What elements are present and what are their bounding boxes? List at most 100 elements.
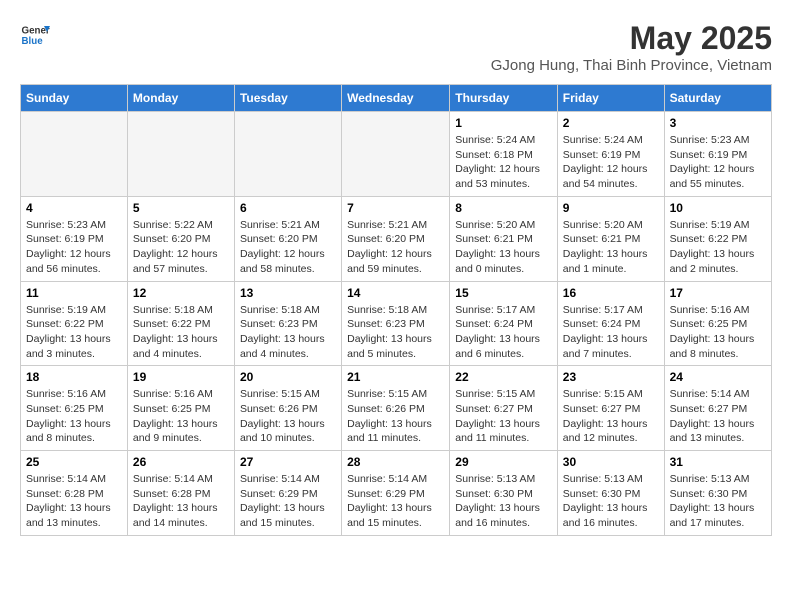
day-number: 19 <box>133 370 229 384</box>
calendar-week-row: 4 Sunrise: 5:23 AMSunset: 6:19 PMDaylight… <box>21 196 772 281</box>
calendar-cell: 30 Sunrise: 5:13 AMSunset: 6:30 PMDayligh… <box>557 451 664 536</box>
calendar-header-row: SundayMondayTuesdayWednesdayThursdayFrid… <box>21 85 772 112</box>
calendar-cell: 28 Sunrise: 5:14 AMSunset: 6:29 PMDayligh… <box>342 451 450 536</box>
calendar-cell: 6 Sunrise: 5:21 AMSunset: 6:20 PMDaylight… <box>234 196 341 281</box>
day-info: Sunrise: 5:17 AMSunset: 6:24 PMDaylight:… <box>455 303 552 362</box>
day-number: 1 <box>455 116 552 130</box>
day-number: 3 <box>670 116 766 130</box>
day-number: 23 <box>563 370 659 384</box>
calendar-week-row: 1Sunrise: 5:24 AMSunset: 6:18 PMDaylight… <box>21 112 772 197</box>
day-number: 28 <box>347 455 444 469</box>
day-number: 7 <box>347 201 444 215</box>
day-info: Sunrise: 5:14 AMSunset: 6:29 PMDaylight:… <box>347 472 444 531</box>
day-number: 12 <box>133 286 229 300</box>
day-info: Sunrise: 5:14 AMSunset: 6:28 PMDaylight:… <box>133 472 229 531</box>
calendar-cell: 11 Sunrise: 5:19 AMSunset: 6:22 PMDayligh… <box>21 281 128 366</box>
day-info: Sunrise: 5:16 AMSunset: 6:25 PMDaylight:… <box>670 303 766 362</box>
day-number: 29 <box>455 455 552 469</box>
location-title: GJong Hung, Thai Binh Province, Vietnam <box>491 57 772 74</box>
day-info: Sunrise: 5:17 AMSunset: 6:24 PMDaylight:… <box>563 303 659 362</box>
day-info: Sunrise: 5:15 AMSunset: 6:26 PMDaylight:… <box>347 387 444 446</box>
day-info: Sunrise: 5:15 AMSunset: 6:27 PMDaylight:… <box>455 387 552 446</box>
calendar-week-row: 25 Sunrise: 5:14 AMSunset: 6:28 PMDayligh… <box>21 451 772 536</box>
logo: General Blue <box>20 20 54 50</box>
day-number: 26 <box>133 455 229 469</box>
calendar-cell: 19Sunrise: 5:16 AMSunset: 6:25 PMDayligh… <box>127 366 234 451</box>
calendar-week-row: 11 Sunrise: 5:19 AMSunset: 6:22 PMDayligh… <box>21 281 772 366</box>
day-info: Sunrise: 5:13 AMSunset: 6:30 PMDaylight:… <box>563 472 659 531</box>
calendar-cell <box>234 112 341 197</box>
day-info: Sunrise: 5:20 AMSunset: 6:21 PMDaylight:… <box>563 218 659 277</box>
column-header-saturday: Saturday <box>664 85 771 112</box>
calendar-cell: 25 Sunrise: 5:14 AMSunset: 6:28 PMDayligh… <box>21 451 128 536</box>
day-info: Sunrise: 5:23 AMSunset: 6:19 PMDaylight:… <box>26 218 122 277</box>
calendar-cell: 16 Sunrise: 5:17 AMSunset: 6:24 PMDayligh… <box>557 281 664 366</box>
day-number: 2 <box>563 116 659 130</box>
day-info: Sunrise: 5:13 AMSunset: 6:30 PMDaylight:… <box>455 472 552 531</box>
day-number: 30 <box>563 455 659 469</box>
calendar-cell: 21 Sunrise: 5:15 AMSunset: 6:26 PMDayligh… <box>342 366 450 451</box>
column-header-thursday: Thursday <box>450 85 558 112</box>
calendar-cell: 5Sunrise: 5:22 AMSunset: 6:20 PMDaylight… <box>127 196 234 281</box>
calendar-cell: 24Sunrise: 5:14 AMSunset: 6:27 PMDayligh… <box>664 366 771 451</box>
calendar-cell: 7 Sunrise: 5:21 AMSunset: 6:20 PMDaylight… <box>342 196 450 281</box>
day-info: Sunrise: 5:18 AMSunset: 6:22 PMDaylight:… <box>133 303 229 362</box>
day-info: Sunrise: 5:19 AMSunset: 6:22 PMDaylight:… <box>670 218 766 277</box>
calendar-cell: 18 Sunrise: 5:16 AMSunset: 6:25 PMDayligh… <box>21 366 128 451</box>
day-info: Sunrise: 5:16 AMSunset: 6:25 PMDaylight:… <box>26 387 122 446</box>
calendar-cell: 29 Sunrise: 5:13 AMSunset: 6:30 PMDayligh… <box>450 451 558 536</box>
day-info: Sunrise: 5:20 AMSunset: 6:21 PMDaylight:… <box>455 218 552 277</box>
calendar-cell: 2 Sunrise: 5:24 AMSunset: 6:19 PMDaylight… <box>557 112 664 197</box>
day-info: Sunrise: 5:14 AMSunset: 6:28 PMDaylight:… <box>26 472 122 531</box>
page-header: General Blue May 2025 GJong Hung, Thai B… <box>20 20 772 74</box>
calendar-cell: 17 Sunrise: 5:16 AMSunset: 6:25 PMDayligh… <box>664 281 771 366</box>
column-header-wednesday: Wednesday <box>342 85 450 112</box>
day-number: 6 <box>240 201 336 215</box>
day-number: 4 <box>26 201 122 215</box>
calendar-cell: 4 Sunrise: 5:23 AMSunset: 6:19 PMDaylight… <box>21 196 128 281</box>
day-number: 11 <box>26 286 122 300</box>
calendar-cell <box>342 112 450 197</box>
day-info: Sunrise: 5:24 AMSunset: 6:19 PMDaylight:… <box>563 133 659 192</box>
calendar-cell: 26 Sunrise: 5:14 AMSunset: 6:28 PMDayligh… <box>127 451 234 536</box>
column-header-friday: Friday <box>557 85 664 112</box>
calendar-cell: 27 Sunrise: 5:14 AMSunset: 6:29 PMDayligh… <box>234 451 341 536</box>
logo-icon: General Blue <box>20 20 50 50</box>
day-number: 16 <box>563 286 659 300</box>
day-number: 31 <box>670 455 766 469</box>
day-number: 22 <box>455 370 552 384</box>
calendar-week-row: 18 Sunrise: 5:16 AMSunset: 6:25 PMDayligh… <box>21 366 772 451</box>
day-number: 17 <box>670 286 766 300</box>
day-info: Sunrise: 5:19 AMSunset: 6:22 PMDaylight:… <box>26 303 122 362</box>
day-info: Sunrise: 5:15 AMSunset: 6:27 PMDaylight:… <box>563 387 659 446</box>
day-number: 10 <box>670 201 766 215</box>
day-info: Sunrise: 5:23 AMSunset: 6:19 PMDaylight:… <box>670 133 766 192</box>
day-number: 18 <box>26 370 122 384</box>
day-info: Sunrise: 5:18 AMSunset: 6:23 PMDaylight:… <box>347 303 444 362</box>
day-info: Sunrise: 5:21 AMSunset: 6:20 PMDaylight:… <box>240 218 336 277</box>
day-info: Sunrise: 5:14 AMSunset: 6:29 PMDaylight:… <box>240 472 336 531</box>
calendar-cell <box>127 112 234 197</box>
calendar-cell: 20 Sunrise: 5:15 AMSunset: 6:26 PMDayligh… <box>234 366 341 451</box>
day-number: 21 <box>347 370 444 384</box>
day-info: Sunrise: 5:15 AMSunset: 6:26 PMDaylight:… <box>240 387 336 446</box>
day-number: 20 <box>240 370 336 384</box>
calendar-cell: 8Sunrise: 5:20 AMSunset: 6:21 PMDaylight… <box>450 196 558 281</box>
day-number: 27 <box>240 455 336 469</box>
calendar-cell <box>21 112 128 197</box>
calendar-cell: 31 Sunrise: 5:13 AMSunset: 6:30 PMDayligh… <box>664 451 771 536</box>
calendar-cell: 9 Sunrise: 5:20 AMSunset: 6:21 PMDaylight… <box>557 196 664 281</box>
column-header-sunday: Sunday <box>21 85 128 112</box>
column-header-tuesday: Tuesday <box>234 85 341 112</box>
day-info: Sunrise: 5:13 AMSunset: 6:30 PMDaylight:… <box>670 472 766 531</box>
day-number: 9 <box>563 201 659 215</box>
calendar-cell: 23 Sunrise: 5:15 AMSunset: 6:27 PMDayligh… <box>557 366 664 451</box>
day-info: Sunrise: 5:21 AMSunset: 6:20 PMDaylight:… <box>347 218 444 277</box>
day-number: 25 <box>26 455 122 469</box>
column-header-monday: Monday <box>127 85 234 112</box>
calendar-table: SundayMondayTuesdayWednesdayThursdayFrid… <box>20 84 772 536</box>
title-block: May 2025 GJong Hung, Thai Binh Province,… <box>491 20 772 74</box>
calendar-cell: 13Sunrise: 5:18 AMSunset: 6:23 PMDayligh… <box>234 281 341 366</box>
calendar-cell: 14Sunrise: 5:18 AMSunset: 6:23 PMDayligh… <box>342 281 450 366</box>
day-info: Sunrise: 5:22 AMSunset: 6:20 PMDaylight:… <box>133 218 229 277</box>
